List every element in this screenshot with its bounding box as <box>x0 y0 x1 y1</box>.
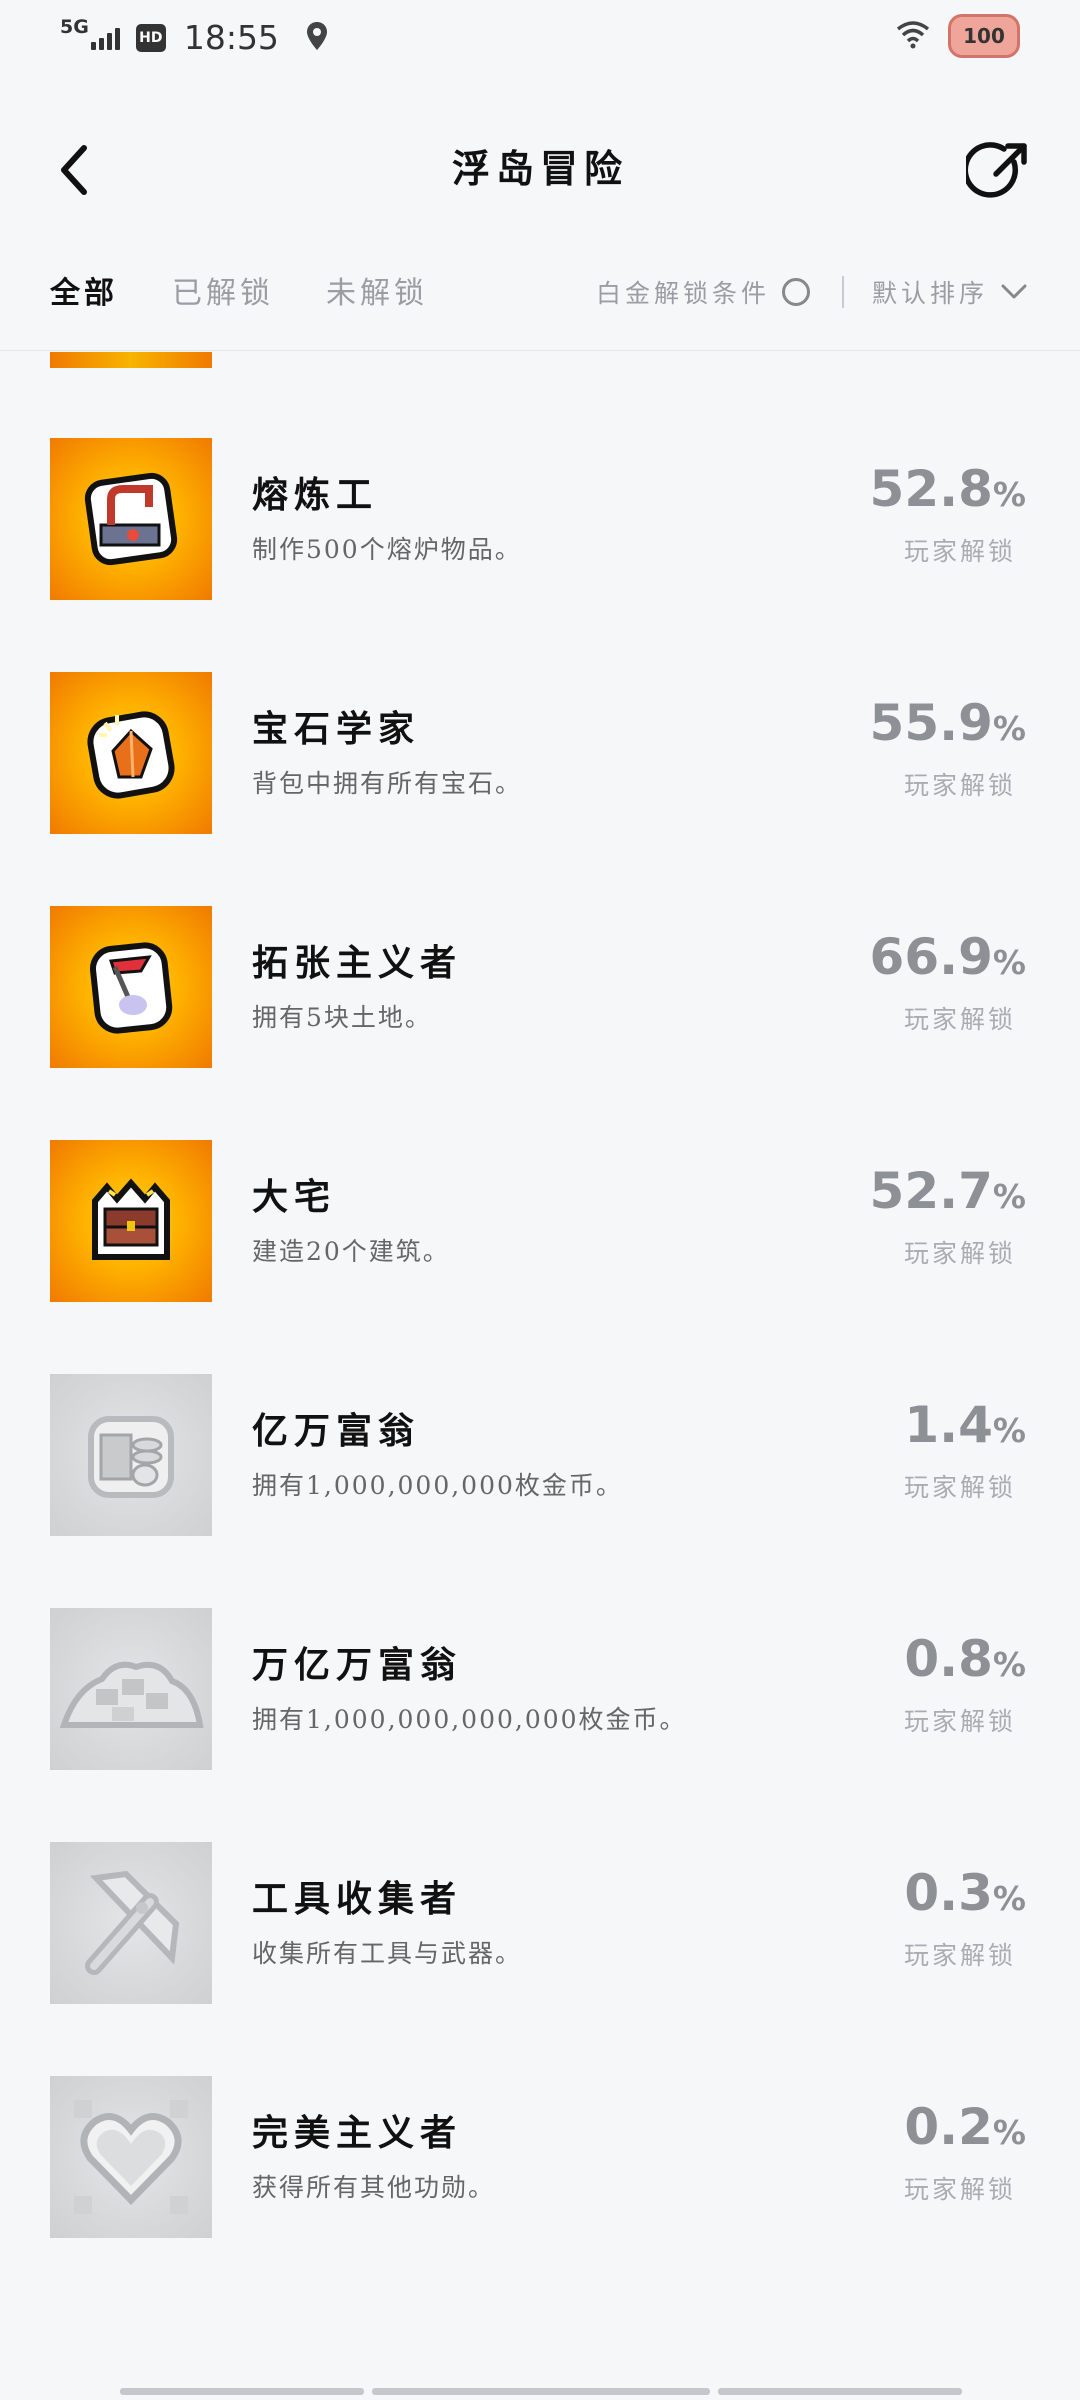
achievement-title: 工具收集者 <box>252 1878 463 1920</box>
unlock-label: 玩家解锁 <box>903 2175 1016 2204</box>
unlock-percentage: 55.9% <box>870 698 1026 748</box>
status-left: 5G HD 18:55 <box>60 18 329 57</box>
gem-icon <box>50 672 212 834</box>
percent-value: 52.7 <box>869 1162 993 1220</box>
achievement-item[interactable]: 万亿万富翁 拥有1,000,000,000,000枚金币。 0.8% 玩家解锁 <box>0 1608 1080 1772</box>
status-bar: 5G HD 18:55 100 <box>0 0 1080 80</box>
achievement-item[interactable]: 熔炼工 制作500个熔炉物品。 52.8% 玩家解锁 <box>0 438 1080 602</box>
achievement-title: 万亿万富翁 <box>252 1644 463 1686</box>
achievement-title: 拓张主义者 <box>252 942 463 984</box>
sort-label: 默认排序 <box>872 279 989 308</box>
percent-value: 66.9 <box>869 928 993 986</box>
unlock-label: 玩家解锁 <box>903 1941 1016 1970</box>
percent-symbol: % <box>992 475 1026 514</box>
achievement-description: 背包中拥有所有宝石。 <box>252 769 523 798</box>
scroll-indicator <box>120 2388 962 2396</box>
divider <box>842 276 844 308</box>
coin-pile-icon <box>50 1608 212 1770</box>
tab-unlocked[interactable]: 已解锁 <box>172 268 274 312</box>
achievement-title: 亿万富翁 <box>252 1410 421 1452</box>
unlock-percentage: 52.8% <box>870 464 1026 514</box>
achievement-description: 制作500个熔炉物品。 <box>252 535 522 564</box>
page-title: 浮岛冒险 <box>451 146 628 191</box>
achievement-item[interactable]: 大宅 建造20个建筑。 52.7% 玩家解锁 <box>0 1140 1080 1304</box>
percent-value: 55.9 <box>869 694 993 752</box>
flag-icon <box>50 906 212 1068</box>
radio-icon <box>782 278 811 306</box>
clock: 18:55 <box>183 18 279 57</box>
achievement-item[interactable]: 工具收集者 收集所有工具与武器。 0.3% 玩家解锁 <box>0 1842 1080 2006</box>
tab-locked[interactable]: 未解锁 <box>326 268 428 312</box>
percent-value: 52.8 <box>869 460 993 518</box>
achievement-title: 完美主义者 <box>252 2112 463 2154</box>
percent-symbol: % <box>992 2113 1026 2152</box>
platinum-filter-toggle[interactable]: 白金解锁条件 <box>596 274 811 310</box>
unlock-label: 玩家解锁 <box>903 1005 1016 1034</box>
network-type: 5G <box>60 16 89 38</box>
hd-badge: HD <box>135 23 166 52</box>
filter-tabs: 全部 已解锁 未解锁 白金解锁条件 默认排序 <box>0 260 1080 350</box>
percent-value: 0.3 <box>904 1864 993 1922</box>
achievement-item[interactable]: 宝石学家 背包中拥有所有宝石。 55.9% 玩家解锁 <box>0 672 1080 836</box>
unlock-label: 玩家解锁 <box>903 1473 1016 1502</box>
achievement-description: 拥有1,000,000,000,000枚金币。 <box>252 1705 687 1734</box>
unlock-percentage: 0.2% <box>904 2102 1026 2152</box>
percent-symbol: % <box>992 1879 1026 1918</box>
achievement-item[interactable]: 完美主义者 获得所有其他功勋。 0.2% 玩家解锁 <box>0 2076 1080 2240</box>
achievement-description: 拥有5块土地。 <box>252 1003 432 1032</box>
battery-icon: 100 <box>948 14 1020 58</box>
unlock-percentage: 52.7% <box>870 1166 1026 1216</box>
tabs-divider <box>0 350 1080 351</box>
unlock-percentage: 0.3% <box>904 1868 1026 1918</box>
achievement-description: 建造20个建筑。 <box>252 1237 450 1266</box>
achievement-title: 宝石学家 <box>252 708 421 750</box>
treasure-chest-icon <box>50 1140 212 1302</box>
coin-stack-icon <box>50 1374 212 1536</box>
status-right: 100 <box>896 14 1020 58</box>
header: 浮岛冒险 <box>0 110 1080 220</box>
achievement-title: 熔炼工 <box>252 474 379 516</box>
unlock-label: 玩家解锁 <box>903 1239 1016 1268</box>
location-icon <box>305 21 329 55</box>
tab-all[interactable]: 全部 <box>50 268 118 312</box>
pickaxe-icon <box>50 1842 212 2004</box>
unlock-percentage: 1.4% <box>904 1400 1026 1450</box>
share-icon <box>962 142 1027 198</box>
achievement-item[interactable]: 拓张主义者 拥有5块土地。 66.9% 玩家解锁 <box>0 906 1080 1070</box>
achievement-title: 大宅 <box>252 1176 337 1218</box>
achievement-description: 拥有1,000,000,000枚金币。 <box>252 1471 623 1500</box>
percent-symbol: % <box>992 1411 1026 1450</box>
heart-icon <box>50 2076 212 2238</box>
percent-symbol: % <box>992 1177 1026 1216</box>
furnace-icon <box>50 438 212 600</box>
page: 5G HD 18:55 100 浮岛冒险 全部 已解锁 未解锁 白金解锁条件 默… <box>0 0 1080 2400</box>
wifi-icon <box>896 19 930 53</box>
share-button[interactable] <box>962 140 1030 204</box>
achievement-description: 获得所有其他功勋。 <box>252 2173 496 2202</box>
platinum-filter-label: 白金解锁条件 <box>596 279 771 308</box>
unlock-percentage: 0.8% <box>904 1634 1026 1684</box>
unlock-label: 玩家解锁 <box>903 537 1016 566</box>
percent-value: 1.4 <box>904 1396 993 1454</box>
achievement-item[interactable]: 亿万富翁 拥有1,000,000,000枚金币。 1.4% 玩家解锁 <box>0 1374 1080 1538</box>
percent-value: 0.8 <box>904 1630 993 1688</box>
sort-dropdown[interactable]: 默认排序 <box>872 274 1028 310</box>
achievement-description: 收集所有工具与武器。 <box>252 1939 523 1968</box>
percent-symbol: % <box>992 1645 1026 1684</box>
achievement-icon-partial <box>50 352 212 368</box>
percent-value: 0.2 <box>904 2098 993 2156</box>
unlock-label: 玩家解锁 <box>903 1707 1016 1736</box>
percent-symbol: % <box>992 943 1026 982</box>
unlock-label: 玩家解锁 <box>903 771 1016 800</box>
chevron-down-icon <box>1001 284 1027 299</box>
percent-symbol: % <box>992 709 1026 748</box>
unlock-percentage: 66.9% <box>870 932 1026 982</box>
signal-icon <box>90 26 120 50</box>
